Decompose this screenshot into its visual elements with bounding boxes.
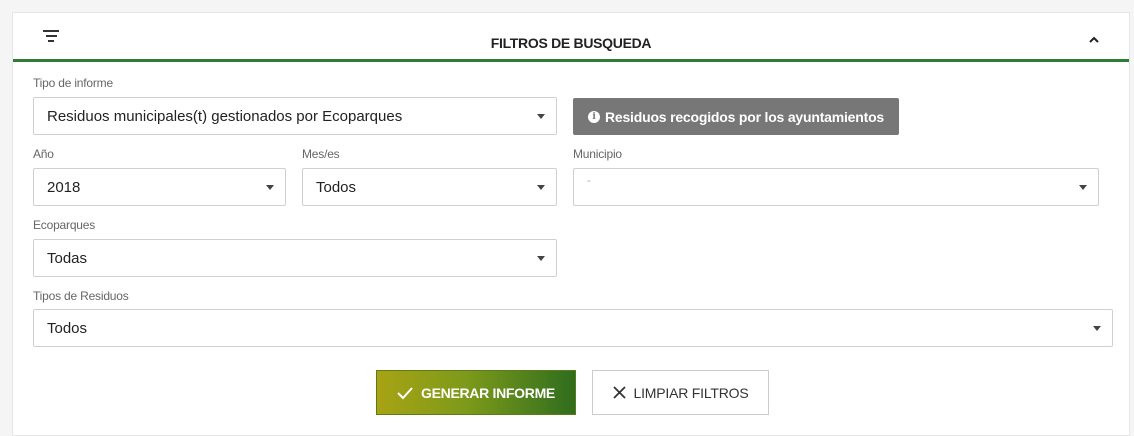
panel-header[interactable]: FILTROS DE BUSQUEDA <box>13 13 1129 62</box>
municipality-value: - <box>587 175 591 187</box>
info-icon: i <box>587 110 600 123</box>
generate-report-button[interactable]: GENERAR INFORME <box>376 370 576 415</box>
chevron-down-icon <box>1093 326 1101 331</box>
chevron-down-icon <box>537 114 545 119</box>
municipality-label: Municipio <box>573 147 622 161</box>
months-value: Todos <box>316 178 357 196</box>
months-select[interactable]: Todos <box>302 168 557 206</box>
chevron-down-icon <box>1079 185 1087 190</box>
generate-report-label: GENERAR INFORME <box>421 384 555 401</box>
clear-filters-label: LIMPIAR FILTROS <box>633 384 749 401</box>
panel-title: FILTROS DE BUSQUEDA <box>490 35 652 51</box>
waste-types-value: Todos <box>47 319 88 337</box>
chevron-down-icon <box>537 185 545 190</box>
collected-waste-info-button[interactable]: i Residuos recogidos por los ayuntamient… <box>573 98 899 135</box>
year-label: Año <box>33 147 54 161</box>
report-type-label: Tipo de informe <box>33 76 113 90</box>
year-value: 2018 <box>47 178 81 196</box>
municipality-select[interactable]: - <box>573 168 1099 206</box>
ecoparks-value: Todas <box>47 249 88 267</box>
chevron-down-icon <box>266 185 274 190</box>
info-button-label: Residuos recogidos por los ayuntamientos <box>604 108 885 125</box>
chevron-up-icon[interactable] <box>1089 35 1099 45</box>
report-type-select[interactable]: Residuos municipales(t) gestionados por … <box>33 97 557 135</box>
ecoparks-label: Ecoparques <box>33 218 96 232</box>
clear-filters-button[interactable]: LIMPIAR FILTROS <box>592 370 769 415</box>
months-label: Mes/es <box>302 147 340 161</box>
ecoparks-select[interactable]: Todas <box>33 239 557 277</box>
close-icon <box>612 386 626 399</box>
year-select[interactable]: 2018 <box>33 168 286 206</box>
chevron-down-icon <box>537 256 545 261</box>
search-filters-panel: FILTROS DE BUSQUEDA Tipo de informe Resi… <box>12 12 1130 436</box>
check-icon <box>397 386 413 399</box>
waste-types-label: Tipos de Residuos <box>33 289 129 303</box>
report-type-value: Residuos municipales(t) gestionados por … <box>47 107 403 125</box>
waste-types-select[interactable]: Todos <box>33 309 1113 347</box>
